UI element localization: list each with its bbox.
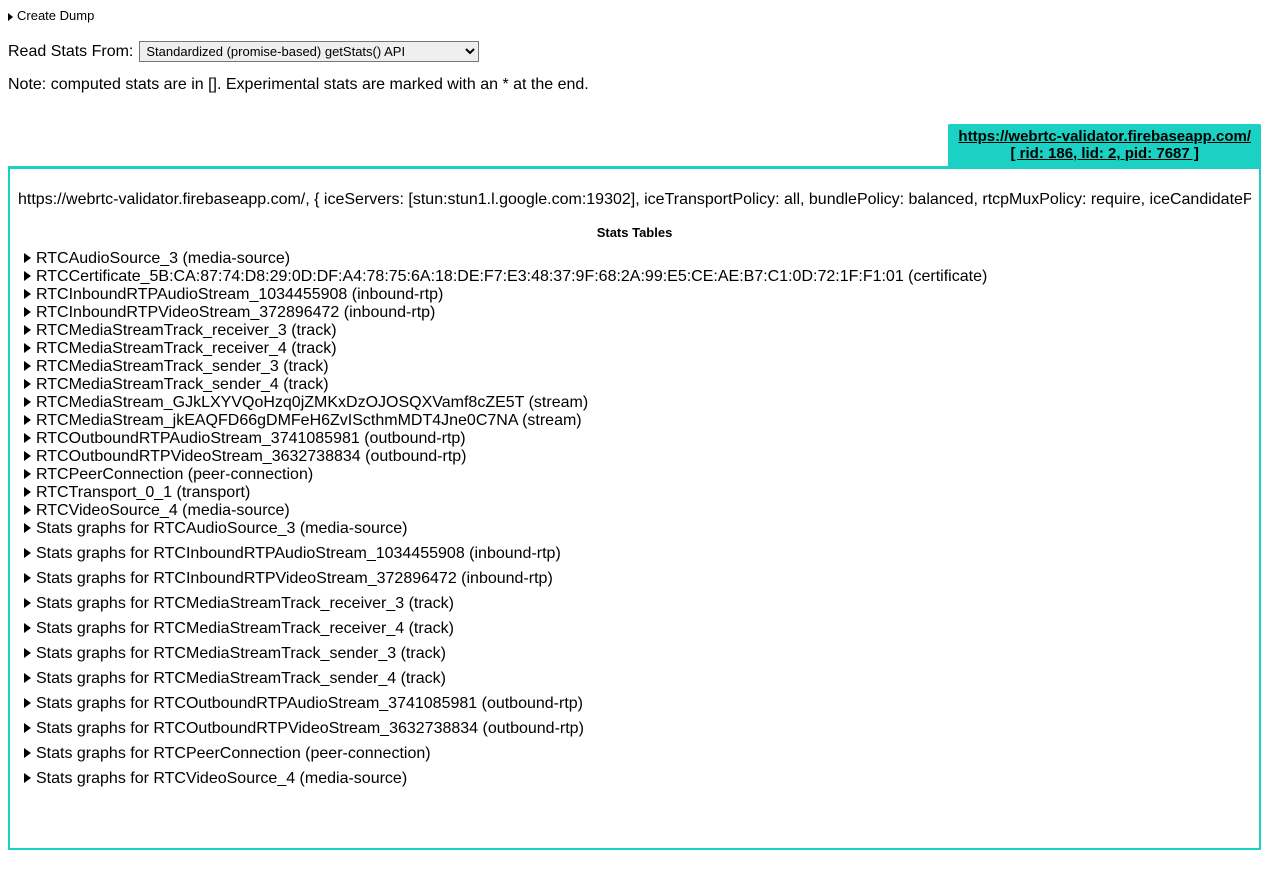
read-stats-select[interactable]: Standardized (promise-based) getStats() … [139, 41, 479, 62]
disclosure-triangle-icon [24, 573, 31, 583]
stats-item-label: RTCMediaStream_jkEAQFD66gDMFeH6ZvIScthmM… [36, 412, 582, 429]
stats-item-label: Stats graphs for RTCInboundRTPAudioStrea… [36, 545, 561, 562]
disclosure-triangle-icon [24, 307, 31, 317]
stats-item[interactable]: RTCMediaStream_jkEAQFD66gDMFeH6ZvIScthmM… [24, 412, 1251, 430]
stats-item[interactable]: Stats graphs for RTCOutboundRTPVideoStre… [24, 720, 1251, 738]
stats-item[interactable]: RTCTransport_0_1 (transport) [24, 484, 1251, 502]
stats-item-label: RTCPeerConnection (peer-connection) [36, 466, 313, 483]
tab-bar: https://webrtc-validator.firebaseapp.com… [8, 124, 1261, 166]
stats-panel: https://webrtc-validator.firebaseapp.com… [8, 166, 1261, 850]
stats-item-label: RTCMediaStreamTrack_receiver_3 (track) [36, 322, 337, 339]
disclosure-triangle-icon [24, 698, 31, 708]
stats-item[interactable]: RTCMediaStream_GJkLXYVQoHzq0jZMKxDzOJOSQ… [24, 394, 1251, 412]
disclosure-triangle-icon [24, 253, 31, 263]
stats-item[interactable]: Stats graphs for RTCVideoSource_4 (media… [24, 770, 1251, 788]
disclosure-triangle-icon [24, 343, 31, 353]
stats-item[interactable]: RTCAudioSource_3 (media-source) [24, 250, 1251, 268]
stats-item-label: RTCOutboundRTPVideoStream_3632738834 (ou… [36, 448, 467, 465]
stats-item-label: RTCMediaStreamTrack_sender_3 (track) [36, 358, 329, 375]
stats-item[interactable]: RTCCertificate_5B:CA:87:74:D8:29:0D:DF:A… [24, 268, 1251, 286]
stats-item[interactable]: RTCMediaStreamTrack_receiver_4 (track) [24, 340, 1251, 358]
tab-url: https://webrtc-validator.firebaseapp.com… [958, 128, 1251, 145]
stats-item-label: Stats graphs for RTCAudioSource_3 (media… [36, 520, 407, 537]
disclosure-triangle-icon [24, 748, 31, 758]
stats-item[interactable]: RTCOutboundRTPVideoStream_3632738834 (ou… [24, 448, 1251, 466]
stats-item[interactable]: RTCVideoSource_4 (media-source) [24, 502, 1251, 520]
stats-item[interactable]: RTCPeerConnection (peer-connection) [24, 466, 1251, 484]
stats-item[interactable]: RTCInboundRTPAudioStream_1034455908 (inb… [24, 286, 1251, 304]
disclosure-triangle-icon [24, 523, 31, 533]
disclosure-triangle-icon [24, 469, 31, 479]
stats-item-label: Stats graphs for RTCMediaStreamTrack_sen… [36, 670, 446, 687]
stats-item-label: RTCAudioSource_3 (media-source) [36, 250, 290, 267]
stats-list: RTCAudioSource_3 (media-source)RTCCertif… [18, 250, 1251, 788]
stats-item[interactable]: RTCInboundRTPVideoStream_372896472 (inbo… [24, 304, 1251, 322]
stats-item[interactable]: Stats graphs for RTCInboundRTPVideoStrea… [24, 570, 1251, 588]
stats-item[interactable]: Stats graphs for RTCInboundRTPAudioStrea… [24, 545, 1251, 563]
stats-item-label: RTCMediaStream_GJkLXYVQoHzq0jZMKxDzOJOSQ… [36, 394, 588, 411]
stats-item-label: RTCMediaStreamTrack_sender_4 (track) [36, 376, 329, 393]
stats-item[interactable]: Stats graphs for RTCMediaStreamTrack_rec… [24, 620, 1251, 638]
stats-item-label: RTCTransport_0_1 (transport) [36, 484, 250, 501]
stats-item[interactable]: Stats graphs for RTCMediaStreamTrack_rec… [24, 595, 1251, 613]
stats-item-label: RTCInboundRTPVideoStream_372896472 (inbo… [36, 304, 435, 321]
stats-item[interactable]: Stats graphs for RTCAudioSource_3 (media… [24, 520, 1251, 538]
stats-item[interactable]: Stats graphs for RTCMediaStreamTrack_sen… [24, 645, 1251, 663]
stats-item-label: RTCVideoSource_4 (media-source) [36, 502, 290, 519]
stats-item-label: Stats graphs for RTCMediaStreamTrack_rec… [36, 595, 454, 612]
stats-item[interactable]: RTCMediaStreamTrack_sender_3 (track) [24, 358, 1251, 376]
disclosure-triangle-icon [24, 271, 31, 281]
stats-tables-heading: Stats Tables [18, 225, 1251, 240]
disclosure-triangle-icon [8, 13, 13, 21]
read-stats-row: Read Stats From: Standardized (promise-b… [8, 41, 1261, 62]
disclosure-triangle-icon [24, 623, 31, 633]
stats-item-label: Stats graphs for RTCVideoSource_4 (media… [36, 770, 407, 787]
stats-item[interactable]: Stats graphs for RTCMediaStreamTrack_sen… [24, 670, 1251, 688]
disclosure-triangle-icon [24, 548, 31, 558]
stats-item[interactable]: RTCMediaStreamTrack_receiver_3 (track) [24, 322, 1251, 340]
stats-item-label: Stats graphs for RTCMediaStreamTrack_rec… [36, 620, 454, 637]
stats-item-label: Stats graphs for RTCOutboundRTPVideoStre… [36, 720, 584, 737]
stats-item-label: Stats graphs for RTCOutboundRTPAudioStre… [36, 695, 583, 712]
stats-item-label: Stats graphs for RTCMediaStreamTrack_sen… [36, 645, 446, 662]
read-stats-label: Read Stats From: [8, 43, 133, 61]
stats-item-label: Stats graphs for RTCInboundRTPVideoStrea… [36, 570, 553, 587]
disclosure-triangle-icon [24, 773, 31, 783]
panel-config-line: https://webrtc-validator.firebaseapp.com… [18, 191, 1251, 209]
stats-item-label: RTCCertificate_5B:CA:87:74:D8:29:0D:DF:A… [36, 268, 987, 285]
stats-item-label: Stats graphs for RTCPeerConnection (peer… [36, 745, 431, 762]
note-text: Note: computed stats are in []. Experime… [8, 76, 1261, 94]
stats-item-label: RTCInboundRTPAudioStream_1034455908 (inb… [36, 286, 443, 303]
disclosure-triangle-icon [24, 598, 31, 608]
tab-ids: [ rid: 186, lid: 2, pid: 7687 ] [958, 145, 1251, 162]
disclosure-triangle-icon [24, 415, 31, 425]
disclosure-triangle-icon [24, 673, 31, 683]
create-dump-details[interactable]: Create Dump [8, 8, 1261, 23]
disclosure-triangle-icon [24, 451, 31, 461]
stats-item[interactable]: Stats graphs for RTCPeerConnection (peer… [24, 745, 1251, 763]
stats-item[interactable]: RTCMediaStreamTrack_sender_4 (track) [24, 376, 1251, 394]
stats-item-label: RTCOutboundRTPAudioStream_3741085981 (ou… [36, 430, 466, 447]
disclosure-triangle-icon [24, 505, 31, 515]
stats-item-label: RTCMediaStreamTrack_receiver_4 (track) [36, 340, 337, 357]
stats-item[interactable]: RTCOutboundRTPAudioStream_3741085981 (ou… [24, 430, 1251, 448]
disclosure-triangle-icon [24, 379, 31, 389]
stats-item[interactable]: Stats graphs for RTCOutboundRTPAudioStre… [24, 695, 1251, 713]
disclosure-triangle-icon [24, 361, 31, 371]
disclosure-triangle-icon [24, 397, 31, 407]
create-dump-label: Create Dump [17, 8, 94, 23]
disclosure-triangle-icon [24, 433, 31, 443]
connection-tab[interactable]: https://webrtc-validator.firebaseapp.com… [948, 124, 1261, 166]
disclosure-triangle-icon [24, 723, 31, 733]
disclosure-triangle-icon [24, 289, 31, 299]
disclosure-triangle-icon [24, 325, 31, 335]
disclosure-triangle-icon [24, 648, 31, 658]
disclosure-triangle-icon [24, 487, 31, 497]
